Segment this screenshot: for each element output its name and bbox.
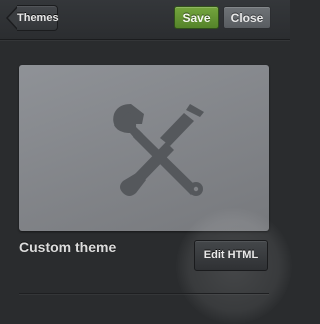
themes-back-button[interactable]: Themes <box>6 5 59 31</box>
theme-name: Custom theme <box>19 239 117 255</box>
themes-back-label: Themes <box>17 5 59 31</box>
wrench-screwdriver-icon <box>113 104 204 196</box>
divider <box>19 293 269 294</box>
save-button[interactable]: Save <box>174 6 219 29</box>
theme-preview[interactable] <box>19 65 269 231</box>
edit-html-button[interactable]: Edit HTML <box>194 240 268 271</box>
top-bar: Themes Save Close <box>0 0 290 40</box>
close-button[interactable]: Close <box>223 6 271 29</box>
